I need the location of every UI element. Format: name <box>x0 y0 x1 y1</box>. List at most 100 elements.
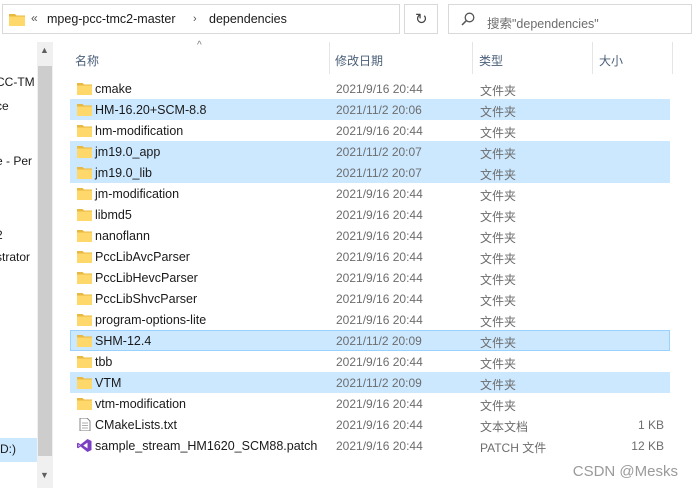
nav-item-selected[interactable]: D:) <box>0 438 37 462</box>
file-name: nanoflann <box>95 229 150 243</box>
folder-icon <box>9 14 25 26</box>
file-row[interactable]: VTM 2021/11/2 20:09 文件夹 <box>70 372 670 393</box>
column-divider[interactable] <box>672 42 673 74</box>
file-date: 2021/11/2 20:07 <box>336 145 422 159</box>
breadcrumb-item[interactable]: mpeg-pcc-tmc2-master <box>47 12 176 26</box>
file-date: 2021/9/16 20:44 <box>336 187 423 201</box>
file-name: jm19.0_app <box>95 145 161 159</box>
file-date: 2021/11/2 20:07 <box>336 166 422 180</box>
search-placeholder: 搜索"dependencies" <box>487 17 599 31</box>
folder-icon <box>77 355 92 368</box>
file-row[interactable]: jm19.0_app 2021/11/2 20:07 文件夹 <box>70 141 670 162</box>
column-date[interactable]: 修改日期 <box>335 52 383 69</box>
file-type: 文件夹 <box>480 336 517 350</box>
file-row[interactable]: cmake 2021/9/16 20:44 文件夹 <box>70 78 670 99</box>
file-row[interactable]: nanoflann 2021/9/16 20:44 文件夹 <box>70 225 670 246</box>
folder-icon <box>77 229 92 242</box>
folder-icon <box>77 124 92 137</box>
file-row[interactable]: jm19.0_lib 2021/11/2 20:07 文件夹 <box>70 162 670 183</box>
file-date: 2021/9/16 20:44 <box>336 397 423 411</box>
column-name[interactable]: 名称 <box>75 52 99 69</box>
file-row[interactable]: HM-16.20+SCM-8.8 2021/11/2 20:06 文件夹 <box>70 99 670 120</box>
file-date: 2021/9/16 20:44 <box>336 313 423 327</box>
file-type: 文件夹 <box>480 357 517 371</box>
file-name: hm-modification <box>95 124 184 138</box>
scroll-down-icon[interactable]: ▼ <box>40 470 49 480</box>
file-name: vtm-modification <box>95 397 186 411</box>
scroll-up-icon[interactable]: ▲ <box>40 45 49 55</box>
visual-studio-icon <box>77 439 92 452</box>
watermark: CSDN @Mesks <box>572 463 678 480</box>
file-name: cmake <box>95 82 132 96</box>
folder-icon <box>77 82 92 95</box>
file-row[interactable]: program-options-lite 2021/9/16 20:44 文件夹 <box>70 309 670 330</box>
file-date: 2021/9/16 20:44 <box>336 292 423 306</box>
file-name: VTM <box>95 376 122 390</box>
file-type: 文件夹 <box>480 210 517 224</box>
file-name: tbb <box>95 355 113 369</box>
search-input[interactable]: 搜索"dependencies" <box>448 4 692 34</box>
folder-icon <box>77 376 92 389</box>
file-date: 2021/9/16 20:44 <box>336 82 423 96</box>
file-name: HM-16.20+SCM-8.8 <box>95 103 207 117</box>
nav-item[interactable]: e - Per <box>0 154 32 168</box>
refresh-button[interactable]: ↻ <box>404 4 438 34</box>
sort-ascending-icon: ^ <box>197 40 202 51</box>
file-type: 文件夹 <box>480 273 517 287</box>
column-header: ^ 名称 修改日期 类型 大小 <box>53 40 692 74</box>
file-row[interactable]: CMakeLists.txt 2021/9/16 20:44 文本文档 1 KB <box>70 414 670 435</box>
file-row[interactable]: sample_stream_HM1620_SCM88.patch 2021/9/1… <box>70 435 670 456</box>
folder-icon <box>77 292 92 305</box>
nav-item[interactable]: CC-TM <box>0 75 35 89</box>
folder-icon <box>77 208 92 221</box>
nav-scrollbar[interactable]: ▲ ▼ <box>37 42 53 488</box>
navigation-pane[interactable]: CC-TM ce e - Per 2 strator D:) <box>0 42 37 488</box>
file-type: 文件夹 <box>480 126 517 140</box>
folder-icon <box>77 250 92 263</box>
address-bar-area: « mpeg-pcc-tmc2-master › dependencies ⌄ … <box>0 0 692 42</box>
folder-icon <box>77 166 92 179</box>
file-row[interactable]: tbb 2021/9/16 20:44 文件夹 <box>70 351 670 372</box>
file-date: 2021/9/16 20:44 <box>336 124 423 138</box>
file-type: 文件夹 <box>480 294 517 308</box>
file-type: 文件夹 <box>480 84 517 98</box>
file-type: 文件夹 <box>480 189 517 203</box>
column-divider[interactable] <box>329 42 330 74</box>
breadcrumb-item[interactable]: dependencies <box>209 12 287 26</box>
column-divider[interactable] <box>472 42 473 74</box>
file-date: 2021/9/16 20:44 <box>336 271 423 285</box>
file-size: 12 KB <box>631 439 664 453</box>
file-row[interactable]: hm-modification 2021/9/16 20:44 文件夹 <box>70 120 670 141</box>
file-name: PccLibShvcParser <box>95 292 198 306</box>
folder-icon <box>77 271 92 284</box>
file-row[interactable]: PccLibHevcParser 2021/9/16 20:44 文件夹 <box>70 267 670 288</box>
file-date: 2021/11/2 20:09 <box>336 376 422 390</box>
file-type: 文件夹 <box>480 231 517 245</box>
nav-item-label: D:) <box>0 442 16 456</box>
column-type[interactable]: 类型 <box>479 52 503 69</box>
file-row[interactable]: PccLibAvcParser 2021/9/16 20:44 文件夹 <box>70 246 670 267</box>
folder-icon <box>77 187 92 200</box>
column-divider[interactable] <box>592 42 593 74</box>
address-bar[interactable]: « mpeg-pcc-tmc2-master › dependencies <box>2 4 400 34</box>
file-date: 2021/9/16 20:44 <box>336 418 423 432</box>
folder-icon <box>77 145 92 158</box>
file-row[interactable]: jm-modification 2021/9/16 20:44 文件夹 <box>70 183 670 204</box>
nav-item[interactable]: ce <box>0 99 9 113</box>
file-row[interactable]: SHM-12.4 2021/11/2 20:09 文件夹 <box>70 330 670 351</box>
file-type: 文件夹 <box>480 168 517 182</box>
nav-item[interactable]: 2 <box>0 228 3 242</box>
nav-item[interactable]: strator <box>0 250 30 264</box>
file-row[interactable]: vtm-modification 2021/9/16 20:44 文件夹 <box>70 393 670 414</box>
file-row[interactable]: PccLibShvcParser 2021/9/16 20:44 文件夹 <box>70 288 670 309</box>
file-row[interactable]: libmd5 2021/9/16 20:44 文件夹 <box>70 204 670 225</box>
file-type: 文件夹 <box>480 399 517 413</box>
folder-icon <box>77 334 92 347</box>
file-date: 2021/11/2 20:06 <box>336 103 422 117</box>
scrollbar-thumb[interactable] <box>38 66 52 456</box>
overflow-chevron-icon[interactable]: « <box>31 11 38 25</box>
file-name: jm-modification <box>95 187 180 201</box>
column-size[interactable]: 大小 <box>599 52 623 69</box>
file-type: 文件夹 <box>480 252 517 266</box>
chevron-right-icon[interactable]: › <box>193 13 197 25</box>
